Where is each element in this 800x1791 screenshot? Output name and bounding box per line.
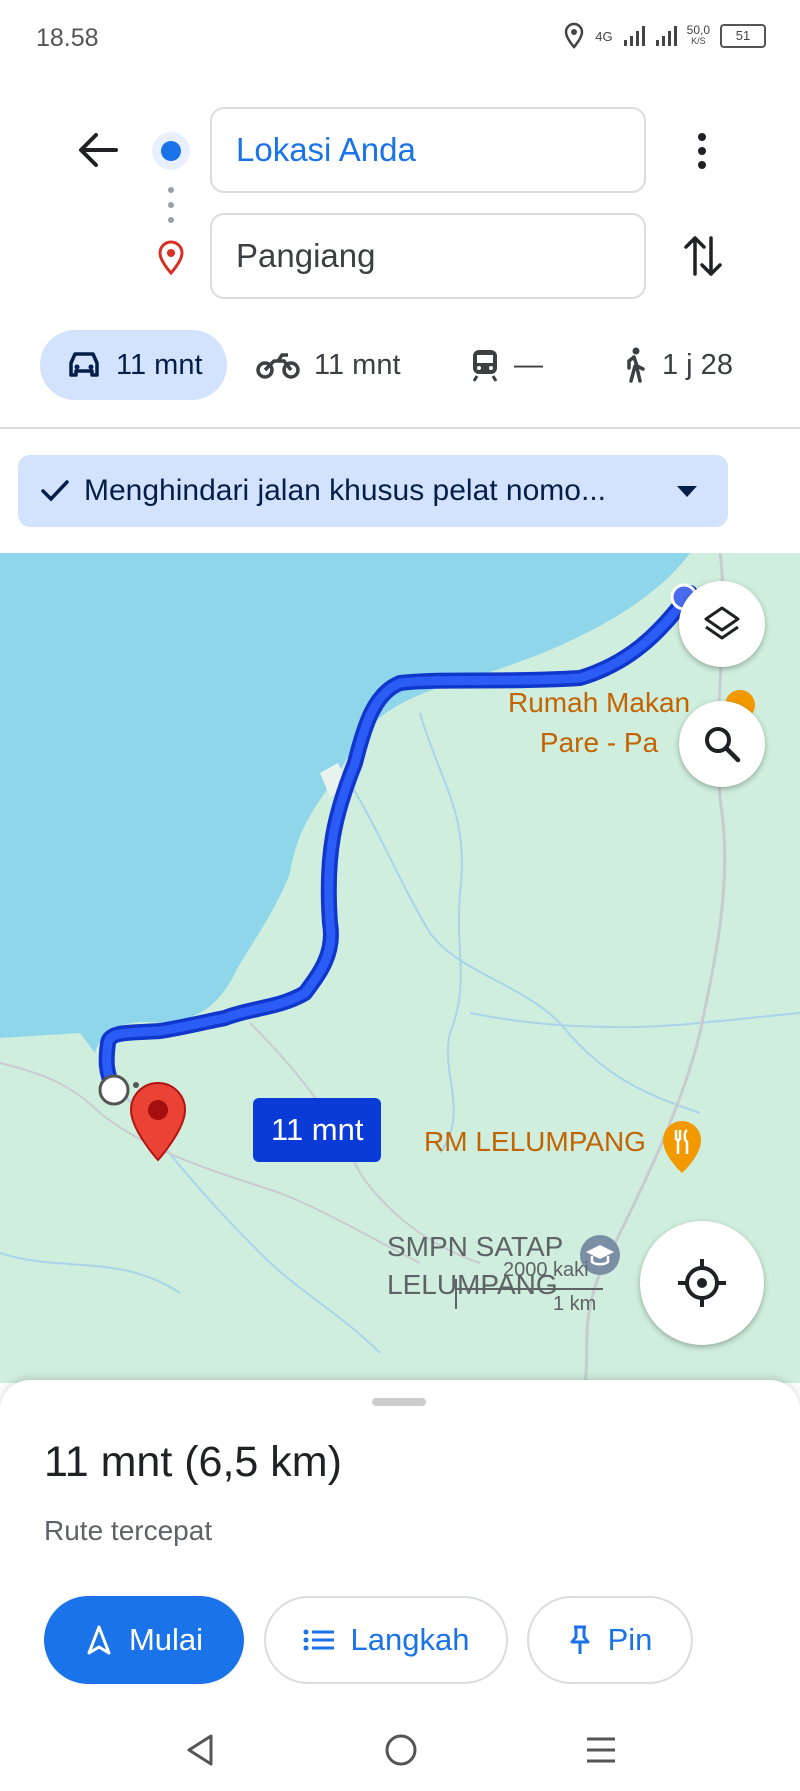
scale-imperial: 2000 kaki xyxy=(503,1259,589,1281)
scale-line xyxy=(455,1288,603,1290)
start-button[interactable]: Mulai xyxy=(44,1596,244,1684)
mode-walk-label: 1 j 28 xyxy=(662,348,733,381)
search-map-button[interactable] xyxy=(679,701,765,787)
destination-map-pin-icon[interactable] xyxy=(128,1081,188,1163)
train-icon xyxy=(472,350,498,382)
poi-rm-lelumpang[interactable]: RM LELUMPANG xyxy=(424,1126,646,1158)
scale-metric: 1 km xyxy=(553,1293,597,1315)
speed-unit: K/S xyxy=(691,36,706,46)
more-options-icon[interactable] xyxy=(694,132,710,170)
signal-icon xyxy=(623,26,645,46)
walk-icon xyxy=(627,347,645,383)
destination-pin-icon xyxy=(158,240,184,276)
scale-tick xyxy=(455,1279,457,1309)
steps-button-label: Langkah xyxy=(350,1622,470,1657)
mode-transit-label: — xyxy=(514,348,543,381)
check-icon xyxy=(41,480,69,502)
restaurant-icon-2 xyxy=(663,1121,701,1173)
battery-level: 51 xyxy=(735,28,751,43)
map-view[interactable]: 11 mnt Rumah Makan Pare - Pa RM LELUMPAN… xyxy=(0,553,800,1383)
route-options-chip[interactable]: Menghindari jalan khusus pelat nomo... xyxy=(18,455,728,527)
car-icon xyxy=(69,352,99,377)
route-summary: 11 mnt (6,5 km) xyxy=(44,1438,342,1486)
system-nav-bar xyxy=(0,1705,800,1791)
header-divider xyxy=(0,427,800,429)
poi-rm-lelumpang-label: RM LELUMPANG xyxy=(424,1126,646,1157)
route-eta-label[interactable]: 11 mnt xyxy=(253,1098,382,1162)
poi-rumah-makan-line1: Rumah Makan xyxy=(508,687,691,718)
mode-walk[interactable]: 1 j 28 xyxy=(620,330,733,400)
speed-value: 50,0 xyxy=(686,23,710,37)
route-summary-sheet[interactable]: 11 mnt (6,5 km) Rute tercepat Mulai Lang… xyxy=(0,1380,800,1791)
speed-indicator: 50,0 K/S xyxy=(686,23,710,47)
mode-car[interactable]: 11 mnt xyxy=(40,330,227,400)
home-nav-icon[interactable] xyxy=(384,1733,418,1767)
my-location-icon xyxy=(678,1259,726,1307)
location-status-icon xyxy=(565,22,584,49)
back-nav-icon[interactable] xyxy=(185,1733,215,1767)
mode-motorcycle-label: 11 mnt xyxy=(314,348,401,381)
mode-motorcycle[interactable]: 11 mnt xyxy=(256,330,401,400)
steps-button[interactable]: Langkah xyxy=(264,1596,508,1684)
motorcycle-icon xyxy=(256,353,300,379)
list-icon xyxy=(303,1629,334,1651)
my-location-button[interactable] xyxy=(640,1221,764,1345)
layers-button[interactable] xyxy=(679,581,765,667)
poi-rumah-makan-line2: Pare - Pa xyxy=(539,727,659,758)
battery-icon: 51 xyxy=(720,24,766,48)
signal-icon-2 xyxy=(655,26,677,46)
travel-mode-bar: 11 mnt 11 mnt — 1 j 28 xyxy=(0,330,800,400)
sheet-drag-handle[interactable] xyxy=(372,1398,426,1406)
mode-transit[interactable]: — xyxy=(470,330,543,400)
swap-direction-icon[interactable] xyxy=(682,232,724,280)
route-options-label: Menghindari jalan khusus pelat nomo... xyxy=(84,474,606,507)
navigation-arrow-icon xyxy=(87,1625,111,1655)
dropdown-arrow-icon xyxy=(677,486,697,497)
poi-rumah-makan[interactable]: Rumah Makan Pare - Pa xyxy=(508,683,690,763)
network-type: 4G xyxy=(595,28,613,44)
layers-icon xyxy=(704,606,740,640)
pin-icon xyxy=(570,1625,590,1654)
status-time: 18.58 xyxy=(36,24,99,52)
pin-button-label: Pin xyxy=(607,1622,653,1657)
menu-nav-icon[interactable] xyxy=(585,1735,617,1765)
origin-dot-icon xyxy=(152,132,190,170)
destination-input[interactable]: Pangiang xyxy=(210,213,646,299)
origin-input[interactable]: Lokasi Anda xyxy=(210,107,646,193)
mode-car-label: 11 mnt xyxy=(116,348,203,381)
route-dots-icon xyxy=(168,187,174,223)
start-button-label: Mulai xyxy=(128,1622,204,1657)
search-icon xyxy=(705,727,741,763)
pin-button[interactable]: Pin xyxy=(527,1596,693,1684)
route-subtitle: Rute tercepat xyxy=(44,1515,213,1546)
status-icons: 4G 50,0 K/S 51 xyxy=(563,22,766,50)
back-arrow-icon[interactable] xyxy=(76,130,120,170)
